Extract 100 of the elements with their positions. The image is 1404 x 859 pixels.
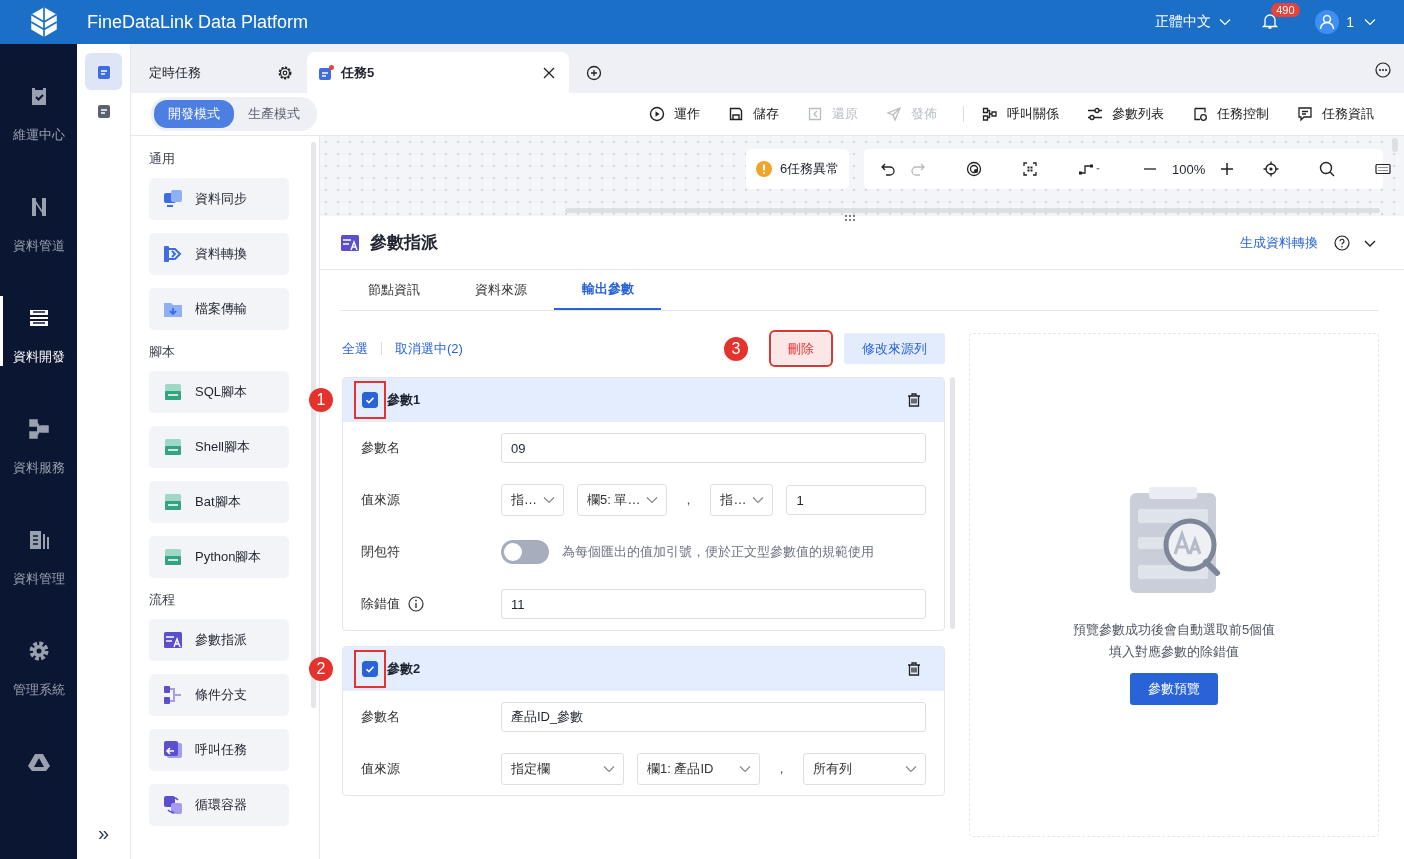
- message-icon: [1297, 106, 1313, 122]
- dropdown[interactable]: 欄1: 產品ID: [637, 753, 760, 785]
- toolbar-button[interactable]: 呼叫關係: [982, 105, 1059, 123]
- node-item[interactable]: 資料同步: [149, 178, 289, 220]
- node-item[interactable]: 呼叫任務: [149, 729, 289, 771]
- bell-icon[interactable]: [1261, 12, 1280, 30]
- sliders-icon: [1087, 106, 1103, 122]
- node-item[interactable]: 資料轉換: [149, 233, 289, 275]
- dropdown[interactable]: 所有列: [803, 753, 926, 785]
- call-task-icon: [163, 740, 183, 760]
- node-item[interactable]: 參數指派: [149, 619, 289, 661]
- node-item[interactable]: Python腳本: [149, 536, 289, 578]
- drag-handle-icon[interactable]: [844, 214, 858, 222]
- edit-source-button[interactable]: 修改來源列: [844, 333, 945, 364]
- node-item[interactable]: Bat腳本: [149, 481, 289, 523]
- checkbox[interactable]: [362, 661, 378, 677]
- caret-icon: [1364, 18, 1376, 26]
- task-tab[interactable]: 定時任務: [131, 52, 305, 93]
- sidebar-item[interactable]: 資料服務: [0, 415, 77, 526]
- mode-option[interactable]: 開發模式: [154, 100, 234, 128]
- sidebar-label: 維運中心: [12, 126, 65, 144]
- user-menu[interactable]: 1: [1346, 14, 1376, 30]
- toolbar-button[interactable]: 任務資訊: [1297, 105, 1374, 123]
- node-label: 條件分支: [195, 686, 247, 704]
- scrollbar[interactable]: [311, 142, 316, 708]
- task-icon: [95, 63, 112, 80]
- settings-icon[interactable]: [277, 64, 293, 81]
- deselect-link[interactable]: 取消選中(2): [395, 339, 463, 358]
- sidebar-label: 資料開發: [12, 348, 65, 366]
- trash-icon[interactable]: [906, 661, 922, 677]
- sidebar-item[interactable]: 資料管理: [0, 526, 77, 637]
- service-icon: [26, 417, 51, 441]
- preview-button[interactable]: 參數預覽: [1130, 673, 1218, 705]
- save-icon: [728, 106, 744, 122]
- section-title: 通用: [149, 150, 176, 168]
- caret-icon: [646, 496, 659, 504]
- sidebar-label: 管理系統: [12, 681, 65, 699]
- toolbar-button[interactable]: 任務控制: [1192, 105, 1269, 123]
- dropdown[interactable]: 指…: [501, 484, 564, 516]
- help-icon[interactable]: [1334, 234, 1350, 251]
- task-alert[interactable]: 6任務異常: [746, 149, 850, 189]
- toolbar-button[interactable]: 參數列表: [1087, 105, 1164, 123]
- avatar-icon[interactable]: [1315, 10, 1340, 34]
- zoom-in-icon[interactable]: [1219, 161, 1236, 177]
- search-icon[interactable]: [1319, 161, 1336, 177]
- sidebar-item[interactable]: 管理系統: [0, 637, 77, 748]
- node-label: Bat腳本: [195, 493, 241, 511]
- scrollbar[interactable]: [1392, 138, 1398, 152]
- sidebar-item[interactable]: 維運中心: [0, 82, 77, 193]
- sidebar-label: 資料服務: [12, 459, 65, 477]
- play-icon: [649, 106, 665, 122]
- delete-button[interactable]: 刪除: [772, 333, 830, 364]
- expand-button[interactable]: »: [97, 822, 110, 845]
- locate-icon[interactable]: [1263, 161, 1280, 177]
- param-title: 參數1: [387, 391, 421, 409]
- panel-tab[interactable]: 節點資訊: [340, 270, 447, 310]
- checkbox[interactable]: [362, 392, 378, 408]
- scrollbar[interactable]: [950, 377, 955, 629]
- input-field[interactable]: 09: [501, 433, 926, 463]
- generate-link[interactable]: 生成資料轉換: [1240, 233, 1318, 252]
- undo-icon[interactable]: [880, 161, 896, 177]
- dropdown[interactable]: 指定欄: [501, 753, 624, 785]
- separator: ，: [682, 491, 696, 509]
- mode-option[interactable]: 生產模式: [234, 100, 314, 128]
- param-assign-icon: [163, 630, 183, 650]
- node-item[interactable]: 檔案傳輸: [149, 288, 289, 330]
- panel-tab[interactable]: 資料來源: [447, 270, 554, 310]
- secondary-sidebar-item[interactable]: [85, 53, 122, 90]
- scrollbar[interactable]: [565, 208, 1380, 213]
- input-field[interactable]: 11: [501, 589, 926, 619]
- node-item[interactable]: 條件分支: [149, 674, 289, 716]
- step-marker: 3: [724, 336, 748, 361]
- flow-icon: [982, 106, 998, 122]
- caret-icon: [543, 496, 555, 504]
- panel-tab[interactable]: 輸出參數: [554, 270, 661, 310]
- toolbar-button[interactable]: 運作: [649, 105, 700, 123]
- toggle-switch[interactable]: [501, 540, 549, 564]
- node-item[interactable]: 循環容器: [149, 784, 289, 826]
- task-tab[interactable]: 任務5: [307, 52, 569, 93]
- sidebar-item[interactable]: 資料管道: [0, 193, 77, 304]
- input-field[interactable]: 1: [786, 485, 926, 515]
- toolbar-button[interactable]: 儲存: [728, 105, 779, 123]
- node-label: 資料同步: [195, 190, 247, 208]
- node-item[interactable]: SQL腳本: [149, 371, 289, 413]
- script-file-icon: [163, 492, 183, 512]
- select-all-link[interactable]: 全選: [342, 339, 368, 358]
- dropdown[interactable]: 欄5: 單…: [577, 484, 668, 516]
- more-icon[interactable]: [1375, 62, 1391, 78]
- section-title: 腳本: [149, 343, 176, 361]
- separator: ，: [775, 760, 788, 778]
- add-tab-icon[interactable]: [586, 65, 602, 81]
- language-selector[interactable]: 正體中文: [1155, 13, 1232, 31]
- dropdown[interactable]: 指…: [710, 484, 774, 516]
- preview-hint: 預覽參數成功後會自動選取前5個值: [1072, 621, 1276, 639]
- trash-icon[interactable]: [906, 392, 922, 408]
- fit-screen-icon[interactable]: [1022, 161, 1038, 177]
- input-field[interactable]: 產品ID_參數: [501, 702, 926, 732]
- eye-ring-icon[interactable]: [966, 161, 982, 177]
- keyboard-icon[interactable]: [1375, 161, 1392, 177]
- node-item[interactable]: Shell腳本: [149, 426, 289, 468]
